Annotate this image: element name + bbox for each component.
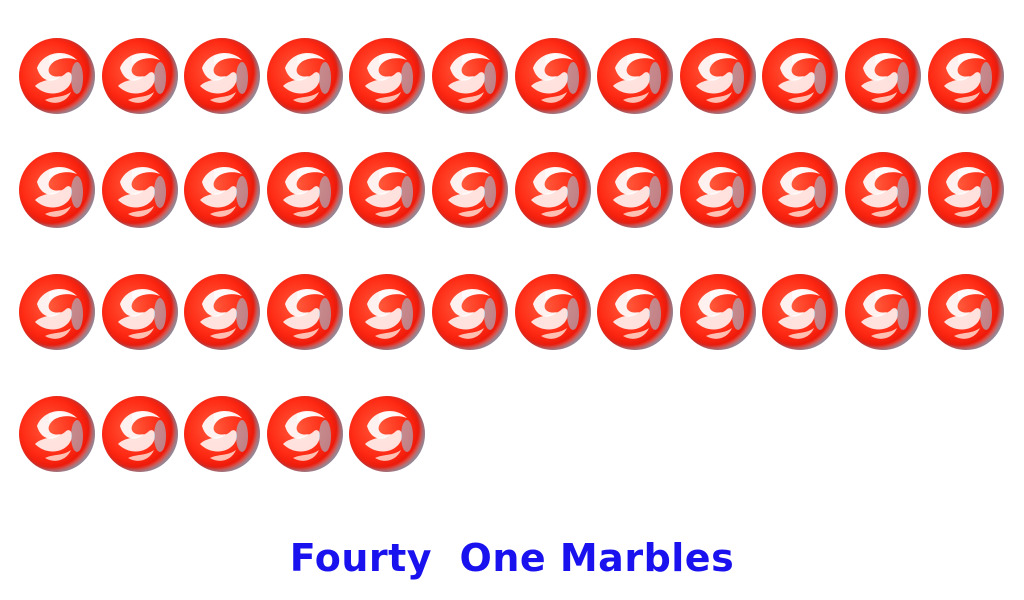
marble [102, 274, 178, 350]
marble [184, 274, 260, 350]
marble [349, 396, 425, 472]
marble [19, 274, 95, 350]
marble [349, 274, 425, 350]
marble [515, 152, 591, 228]
marble [845, 38, 921, 114]
marble [102, 152, 178, 228]
marble [267, 396, 343, 472]
caption-text: Fourty One Marbles [289, 536, 735, 580]
marble [102, 396, 178, 472]
marble-grid [0, 0, 1024, 520]
marble [267, 152, 343, 228]
marble [184, 152, 260, 228]
marble [432, 274, 508, 350]
marble [432, 152, 508, 228]
marble [515, 274, 591, 350]
marble [680, 38, 756, 114]
marble [928, 152, 1004, 228]
marble [597, 274, 673, 350]
marble [432, 38, 508, 114]
marble [762, 152, 838, 228]
marble [19, 396, 95, 472]
marble [515, 38, 591, 114]
marble [928, 274, 1004, 350]
marble [680, 274, 756, 350]
marble [762, 38, 838, 114]
marble [267, 38, 343, 114]
marble [597, 152, 673, 228]
marble [19, 38, 95, 114]
marble [928, 38, 1004, 114]
marble [267, 274, 343, 350]
marble [19, 152, 95, 228]
marble [845, 152, 921, 228]
marble [184, 38, 260, 114]
marble [102, 38, 178, 114]
marble [680, 152, 756, 228]
marble [184, 396, 260, 472]
marble [762, 274, 838, 350]
marble [349, 38, 425, 114]
marble [349, 152, 425, 228]
marble [597, 38, 673, 114]
marble [845, 274, 921, 350]
